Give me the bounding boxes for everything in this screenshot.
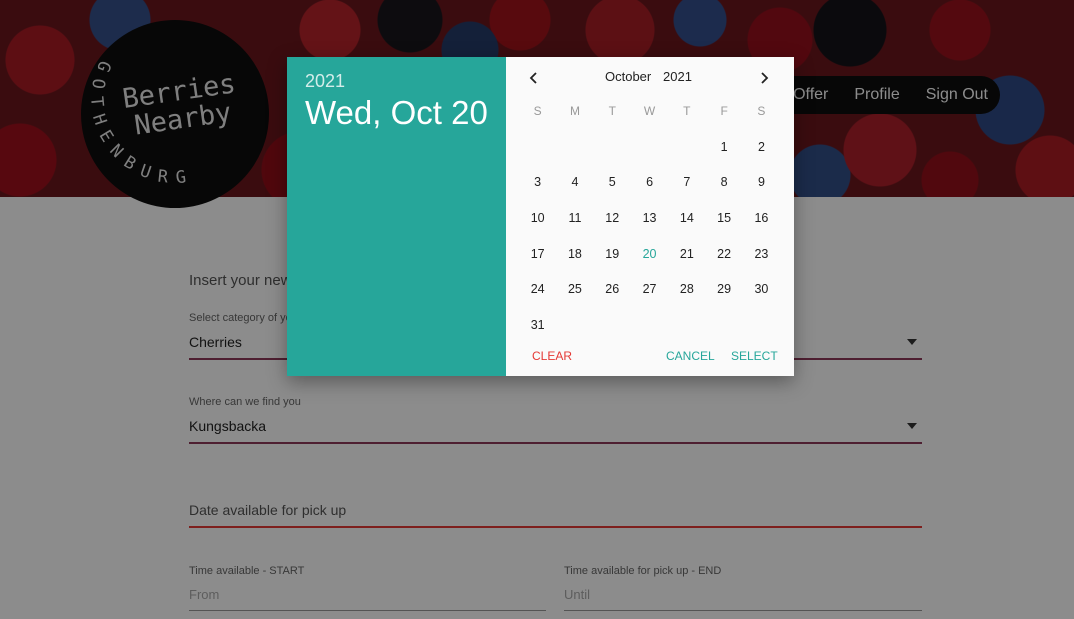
day-blank <box>594 129 631 165</box>
day-cell[interactable]: 27 <box>631 271 668 307</box>
weekday-label: T <box>608 104 616 118</box>
weekday-label: M <box>569 104 580 118</box>
day-blank <box>631 129 668 165</box>
day-cell[interactable]: 17 <box>519 236 556 272</box>
day-blank <box>556 129 593 165</box>
day-cell[interactable]: 9 <box>743 165 780 201</box>
weekday-label: S <box>533 104 542 118</box>
day-cell[interactable]: 15 <box>705 200 742 236</box>
weekday-label: T <box>683 104 691 118</box>
day-cell[interactable]: 24 <box>519 271 556 307</box>
day-cell[interactable]: 21 <box>668 236 705 272</box>
datepicker-actions: CLEAR CANCEL SELECT <box>506 349 794 367</box>
day-cell[interactable]: 31 <box>519 307 556 343</box>
weekday-label: W <box>643 104 656 118</box>
day-cell[interactable]: 7 <box>668 165 705 201</box>
header-date: Wed, Oct 20 <box>305 94 488 131</box>
day-cell[interactable]: 29 <box>705 271 742 307</box>
header-year[interactable]: 2021 <box>305 71 488 92</box>
chevron-right-icon <box>761 72 769 84</box>
clear-button[interactable]: CLEAR <box>532 349 572 363</box>
day-cell[interactable]: 10 <box>519 200 556 236</box>
day-cell[interactable]: 5 <box>594 165 631 201</box>
datepicker-dialog: 2021 Wed, Oct 20 October 2021 SMTWTFS 12… <box>287 57 794 376</box>
day-cell[interactable]: 18 <box>556 236 593 272</box>
day-cell[interactable]: 22 <box>705 236 742 272</box>
calendar-days: 1 2 3 4 5 6 7 8 9 10 11 12 13 14 15 16 17 18 19 20 21 22 23 24 2… <box>519 129 781 343</box>
day-cell[interactable]: 16 <box>743 200 780 236</box>
day-blank <box>519 129 556 165</box>
day-cell[interactable]: 2 <box>743 129 780 165</box>
day-cell[interactable]: 14 <box>668 200 705 236</box>
next-month-button[interactable] <box>752 67 776 89</box>
select-button[interactable]: SELECT <box>731 349 778 363</box>
day-cell[interactable]: 30 <box>743 271 780 307</box>
month-select[interactable]: October <box>605 69 651 84</box>
day-cell[interactable]: 6 <box>631 165 668 201</box>
day-cell[interactable]: 12 <box>594 200 631 236</box>
day-cell[interactable]: 3 <box>519 165 556 201</box>
calendar-nav: October 2021 <box>506 67 794 89</box>
weekday-label: F <box>720 104 728 118</box>
weekday-header: SMTWTFS <box>519 104 781 118</box>
day-cell[interactable]: 26 <box>594 271 631 307</box>
weekday-label: S <box>757 104 766 118</box>
chevron-left-icon <box>529 72 537 84</box>
day-cell[interactable]: 28 <box>668 271 705 307</box>
day-cell[interactable]: 25 <box>556 271 593 307</box>
day-cell[interactable]: 1 <box>705 129 742 165</box>
prev-month-button[interactable] <box>522 67 546 89</box>
day-cell[interactable]: 8 <box>705 165 742 201</box>
day-cell[interactable]: 13 <box>631 200 668 236</box>
day-cell[interactable]: 19 <box>594 236 631 272</box>
datepicker-header: 2021 Wed, Oct 20 <box>287 57 506 376</box>
datepicker-body: October 2021 SMTWTFS 1 2 3 4 5 6 7 8 9 10 11 12 13 14… <box>506 57 794 376</box>
day-cell[interactable]: 11 <box>556 200 593 236</box>
cancel-button[interactable]: CANCEL <box>666 349 715 363</box>
day-cell[interactable]: 23 <box>743 236 780 272</box>
year-select[interactable]: 2021 <box>663 69 692 84</box>
day-selected[interactable]: 20 <box>631 236 668 272</box>
day-cell[interactable]: 4 <box>556 165 593 201</box>
day-blank <box>668 129 705 165</box>
